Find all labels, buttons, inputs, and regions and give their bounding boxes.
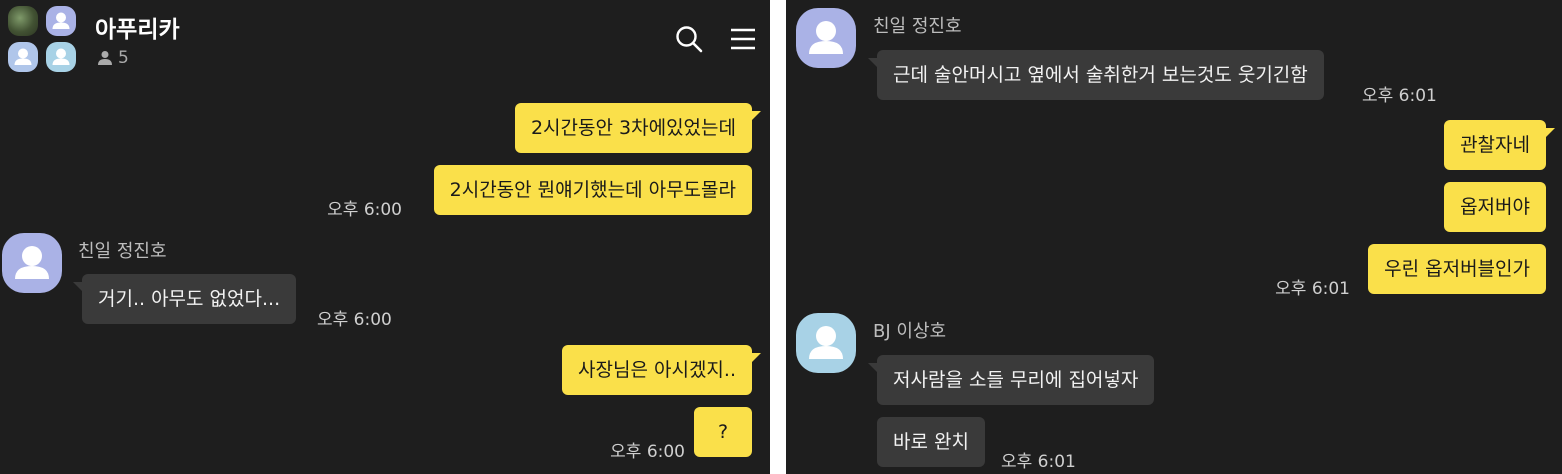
other-message-bubble[interactable]: 근데 술안머시고 옆에서 술취한거 보는것도 웃기긴함	[868, 50, 1324, 100]
my-message-bubble[interactable]: 2시간동안 뭔얘기했는데 아무도몰라	[433, 165, 752, 215]
sender-name: BJ 이상호	[873, 321, 947, 342]
other-message-bubble[interactable]: 바로 완치	[877, 417, 985, 467]
sender-avatar[interactable]	[2, 233, 62, 293]
sender-name: 친일 정진호	[78, 241, 167, 262]
my-message-bubble[interactable]: 옵저버야	[1444, 182, 1546, 232]
member-avatar	[46, 42, 76, 72]
member-count-value: 5	[118, 48, 129, 68]
message-timestamp: 오후 6:01	[1001, 452, 1076, 472]
chat-room-title: 아푸리카	[95, 17, 180, 43]
sender-avatar[interactable]	[796, 313, 856, 373]
member-photo-avatar	[8, 6, 38, 36]
my-message-bubble[interactable]: 사장님은 아시겠지..	[562, 345, 761, 395]
chat-panel-right: 친일 정진호 근데 술안머시고 옆에서 술취한거 보는것도 웃기긴함 오후 6:…	[786, 0, 1562, 474]
my-message-bubble[interactable]: 관찰자네	[1444, 120, 1555, 170]
menu-icon[interactable]	[728, 24, 758, 54]
message-timestamp: 오후 6:00	[317, 310, 392, 330]
my-message-bubble[interactable]: 2시간동안 3차에있었는데	[514, 103, 762, 153]
member-count[interactable]: 5	[96, 48, 129, 68]
sender-name: 친일 정진호	[873, 16, 962, 37]
member-avatar	[46, 6, 76, 36]
my-message-bubble[interactable]: 우린 옵저버블인가	[1368, 244, 1546, 294]
chat-panel-left: 아푸리카 5 2시간동안 3차에있었는데 2시간동안 뭔얘기했는데 아무도몰라 …	[0, 0, 770, 474]
message-timestamp: 오후 6:00	[327, 200, 402, 220]
message-timestamp: 오후 6:00	[610, 442, 685, 462]
member-avatar	[8, 42, 38, 72]
group-avatar-icon[interactable]	[8, 6, 76, 74]
message-timestamp: 오후 6:01	[1362, 86, 1437, 106]
my-message-bubble[interactable]: ?	[694, 407, 752, 457]
other-message-bubble[interactable]: 저사람을 소들 무리에 집어넣자	[867, 355, 1155, 405]
search-icon[interactable]	[674, 24, 704, 54]
sender-avatar[interactable]	[796, 8, 856, 68]
person-icon	[96, 49, 114, 67]
message-timestamp: 오후 6:01	[1275, 279, 1350, 299]
other-message-bubble[interactable]: 거기.. 아무도 없었다...	[72, 274, 297, 324]
